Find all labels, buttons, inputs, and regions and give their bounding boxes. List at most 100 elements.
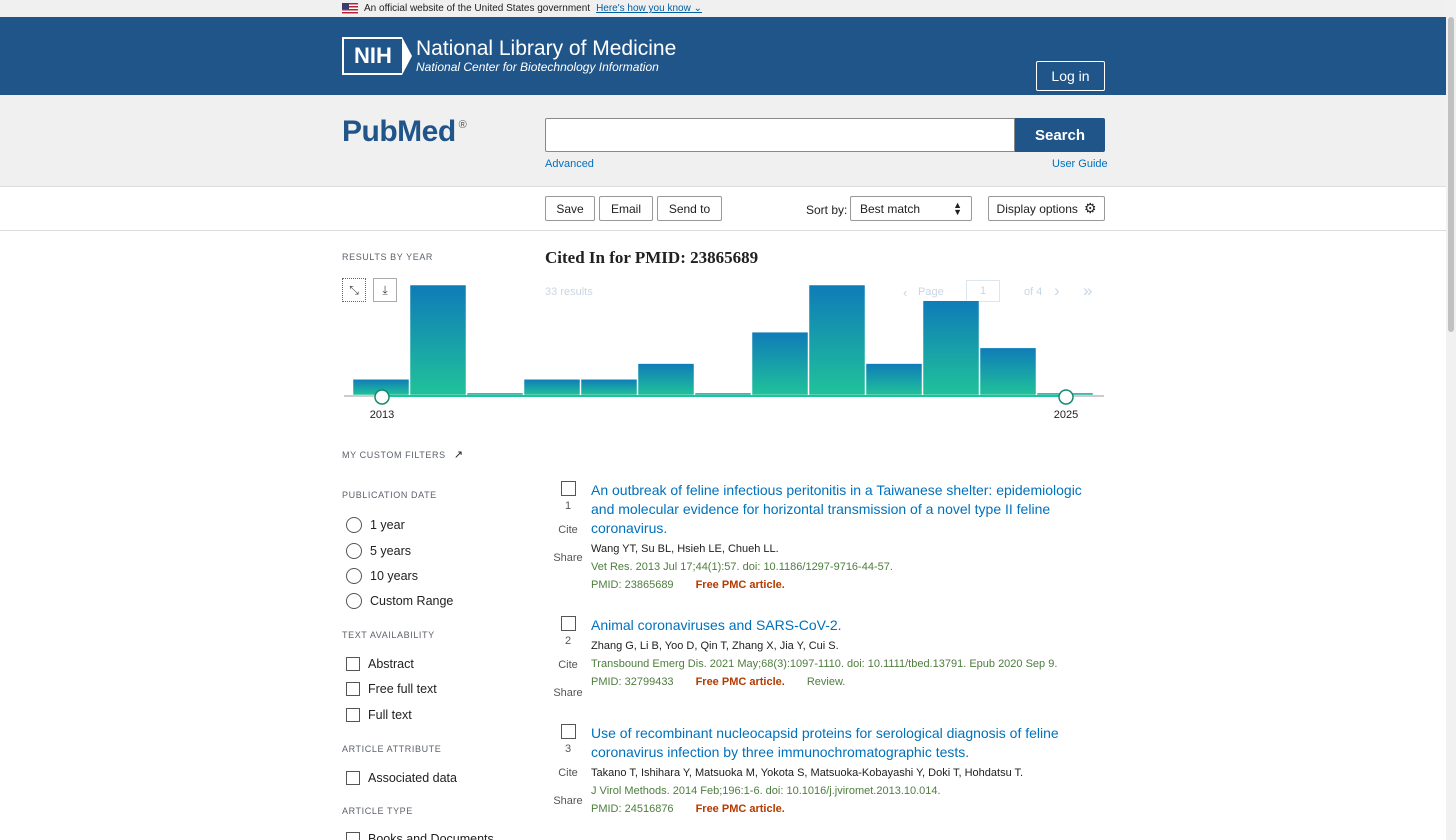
year-bar-2017[interactable] xyxy=(580,379,638,396)
result-authors: Zhang G, Li B, Yoo D, Qin T, Zhang X, Ji… xyxy=(591,640,839,652)
select-arrows-icon: ▲ ▼ xyxy=(953,199,962,217)
filter-custom-range[interactable]: Custom Range xyxy=(346,593,453,609)
page-scrollbar[interactable] xyxy=(1446,0,1456,840)
external-link-icon: ↗ xyxy=(453,449,464,461)
pubmed-logo[interactable]: PubMed ® xyxy=(342,115,467,149)
sort-by-select[interactable]: Best match ▲ ▼ xyxy=(850,196,972,221)
result-number: 2 xyxy=(564,635,572,647)
share-button[interactable]: Share xyxy=(553,687,582,699)
results-by-year-label: RESULTS BY YEAR xyxy=(342,252,434,262)
filter-10-years[interactable]: 10 years xyxy=(346,568,418,584)
free-pmc-badge: Free PMC article. xyxy=(695,579,785,591)
login-button[interactable]: Log in xyxy=(1036,61,1105,91)
result-title-link[interactable]: Animal coronaviruses and SARS-CoV-2. xyxy=(591,616,1105,635)
user-guide-link[interactable]: User Guide xyxy=(1052,158,1108,170)
scrollbar-thumb[interactable] xyxy=(1448,17,1454,332)
text-availability-label: TEXT AVAILABILITY xyxy=(342,630,435,640)
share-button[interactable]: Share xyxy=(553,552,582,564)
year-bar-2016[interactable] xyxy=(523,379,581,396)
checkbox-icon xyxy=(346,657,360,671)
year-histogram-svg[interactable]: 2013 2025 xyxy=(342,270,1106,430)
filter-abstract[interactable]: Abstract xyxy=(346,657,414,671)
nih-header: NIH National Library of Medicine Nationa… xyxy=(0,17,1456,95)
year-bar-2015[interactable] xyxy=(466,392,524,396)
download-icon[interactable]: ⤓ xyxy=(373,278,397,302)
range-end-label: 2025 xyxy=(1054,409,1078,421)
us-flag-icon xyxy=(342,3,358,14)
search-band: PubMed ® Search Advanced User Guide xyxy=(0,95,1456,187)
search-input[interactable] xyxy=(545,118,1015,152)
result-authors: Takano T, Ishihara Y, Matsuoka M, Yokota… xyxy=(591,767,1024,779)
range-end-handle[interactable] xyxy=(1058,389,1074,405)
result-checkbox[interactable] xyxy=(560,616,576,631)
year-bar-2022[interactable] xyxy=(865,363,923,396)
gov-banner: An official website of the United States… xyxy=(0,0,1456,17)
filter-full-text[interactable]: Full text xyxy=(346,708,412,722)
result-journal: J Virol Methods. 2014 Feb;196:1-6. doi: … xyxy=(591,785,941,797)
cite-button[interactable]: Cite xyxy=(558,524,578,536)
nih-box: NIH xyxy=(342,37,412,75)
gear-icon: ⚙ xyxy=(1083,200,1097,216)
radio-icon xyxy=(346,568,362,584)
result-pmid: PMID: 32799433 xyxy=(591,676,674,688)
filter-5-years[interactable]: 5 years xyxy=(346,543,411,559)
year-bar-2019[interactable] xyxy=(694,392,752,396)
result-pmid: PMID: 24516876 xyxy=(591,803,674,815)
radio-icon xyxy=(346,543,362,559)
result-authors: Wang YT, Su BL, Hsieh LE, Chueh LL. xyxy=(591,543,779,555)
result-number: 3 xyxy=(564,743,572,755)
article-type-label: ARTICLE TYPE xyxy=(342,806,413,816)
range-start-handle[interactable] xyxy=(374,389,390,405)
nih-logo[interactable]: NIH National Library of Medicine Nationa… xyxy=(342,37,676,75)
send-to-button[interactable]: Send to xyxy=(657,196,722,221)
results-by-year-chart[interactable]: 2013 2025 ⤡ ⤓ xyxy=(342,270,1106,430)
checkbox-icon xyxy=(346,682,360,696)
result-checkbox[interactable] xyxy=(560,724,576,739)
sort-by-label: Sort by: xyxy=(806,203,848,217)
cite-button[interactable]: Cite xyxy=(558,767,578,779)
filter-1-year[interactable]: 1 year xyxy=(346,517,405,533)
page-title: Cited In for PMID: 23865689 xyxy=(545,248,759,267)
filter-free-full-text[interactable]: Free full text xyxy=(346,682,437,696)
share-button[interactable]: Share xyxy=(553,795,582,807)
results-toolbar: Save Email Send to Sort by: Best match ▲… xyxy=(0,187,1456,231)
search-button[interactable]: Search xyxy=(1015,118,1105,152)
range-start-label: 2013 xyxy=(370,409,394,421)
display-options-button[interactable]: Display options ⚙ xyxy=(988,196,1105,221)
year-bar-2014[interactable] xyxy=(409,284,467,396)
result-number: 1 xyxy=(564,500,572,512)
result-checkbox[interactable] xyxy=(560,481,576,496)
year-bar-2020[interactable] xyxy=(751,331,809,396)
result-title-link[interactable]: An outbreak of feline infectious periton… xyxy=(591,481,1105,538)
ncbi-subtitle: National Center for Biotechnology Inform… xyxy=(416,59,659,74)
result-journal: Vet Res. 2013 Jul 17;44(1):57. doi: 10.1… xyxy=(591,561,893,573)
free-pmc-badge: Free PMC article. xyxy=(695,676,785,688)
collapse-chart-icon[interactable]: ⤡ xyxy=(342,278,366,302)
result-pmid: PMID: 23865689 xyxy=(591,579,674,591)
year-bar-2021[interactable] xyxy=(808,284,866,396)
checkbox-icon xyxy=(346,771,360,785)
review-badge: Review. xyxy=(806,676,846,688)
chevron-down-icon: ⌄ xyxy=(693,3,702,14)
email-button[interactable]: Email xyxy=(599,196,653,221)
filter-books-and-documents[interactable]: Books and Documents xyxy=(346,832,494,840)
filter-associated-data[interactable]: Associated data xyxy=(346,771,457,785)
radio-icon xyxy=(346,593,362,609)
my-custom-filters-link[interactable]: MY CUSTOM FILTERS ↗ xyxy=(342,448,464,461)
year-bar-2018[interactable] xyxy=(637,363,695,396)
free-pmc-badge: Free PMC article. xyxy=(695,803,785,815)
year-bar-2023[interactable] xyxy=(922,300,980,396)
result-journal: Transbound Emerg Dis. 2021 May;68(3):109… xyxy=(591,658,1058,670)
result-title-link[interactable]: Use of recombinant nucleocapsid proteins… xyxy=(591,724,1105,762)
save-button[interactable]: Save xyxy=(545,196,595,221)
nlm-title: National Library of Medicine xyxy=(416,36,677,60)
radio-icon xyxy=(346,517,362,533)
cite-button[interactable]: Cite xyxy=(558,659,578,671)
heres-how-you-know-link[interactable]: Here's how you know ⌄ xyxy=(596,3,702,14)
checkbox-icon xyxy=(346,832,360,840)
checkbox-icon xyxy=(346,708,360,722)
advanced-search-link[interactable]: Advanced xyxy=(545,158,594,170)
article-attribute-label: ARTICLE ATTRIBUTE xyxy=(342,744,442,754)
year-bar-2024[interactable] xyxy=(979,347,1037,396)
publication-date-label: PUBLICATION DATE xyxy=(342,490,437,500)
